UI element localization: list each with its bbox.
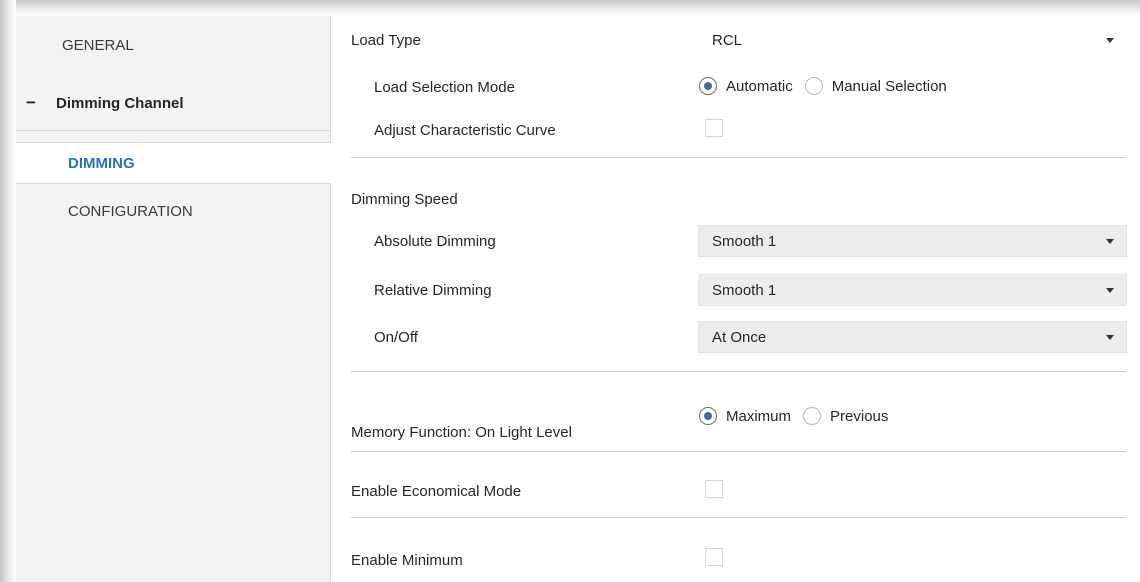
- sidebar-group-label: Dimming Channel: [56, 94, 184, 112]
- automatic-radio-label[interactable]: Automatic: [726, 78, 793, 95]
- section-divider: [351, 371, 1126, 372]
- section-divider: [351, 517, 1126, 518]
- load-selection-mode-radios: Automatic Manual Selection: [699, 77, 959, 95]
- chevron-down-icon: [1106, 38, 1114, 43]
- sidebar: GENERAL − Dimming Channel DIMMING CONFIG…: [16, 16, 331, 582]
- load-type-value: RCL: [712, 31, 743, 49]
- on-off-select[interactable]: At Once: [698, 321, 1127, 353]
- memory-function-radios: Maximum Previous: [699, 407, 900, 425]
- sidebar-divider: [16, 130, 330, 131]
- absolute-dimming-label: Absolute Dimming: [374, 233, 496, 250]
- sidebar-item-label: DIMMING: [68, 154, 135, 172]
- parameter-panel: Load Type RCL Load Selection Mode Automa…: [331, 16, 1140, 582]
- enable-minimum-checkbox[interactable]: [705, 548, 723, 566]
- previous-radio[interactable]: [803, 407, 822, 425]
- enable-minimum-label: Enable Minimum: [351, 552, 463, 569]
- automatic-radio[interactable]: [699, 77, 717, 95]
- on-off-label: On/Off: [374, 329, 418, 346]
- sidebar-group-dimming-channel[interactable]: − Dimming Channel: [16, 86, 330, 120]
- dimming-speed-heading: Dimming Speed: [351, 191, 458, 208]
- on-off-value: At Once: [712, 328, 767, 346]
- radio-selected-dot: [704, 412, 712, 420]
- window-frame-top: [0, 0, 1140, 16]
- sidebar-item-configuration[interactable]: CONFIGURATION: [16, 196, 330, 226]
- economical-mode-label: Enable Economical Mode: [351, 483, 522, 500]
- section-divider: [351, 451, 1126, 452]
- relative-dimming-label: Relative Dimming: [374, 282, 492, 299]
- load-type-select[interactable]: RCL: [698, 24, 1127, 56]
- load-type-label: Load Type: [351, 32, 421, 49]
- maximum-radio-label[interactable]: Maximum: [726, 408, 791, 425]
- relative-dimming-value: Smooth 1: [712, 281, 777, 299]
- window-frame-left: [0, 0, 16, 582]
- load-selection-mode-label: Load Selection Mode: [374, 79, 515, 96]
- sidebar-item-dimming[interactable]: DIMMING: [16, 142, 331, 184]
- section-divider: [351, 157, 1126, 158]
- maximum-radio[interactable]: [699, 407, 717, 425]
- sidebar-item-label: GENERAL: [62, 36, 134, 54]
- adjust-curve-label: Adjust Characteristic Curve: [374, 122, 556, 139]
- manual-selection-radio[interactable]: [804, 77, 823, 95]
- chevron-down-icon: [1106, 239, 1114, 244]
- manual-selection-radio-label[interactable]: Manual Selection: [832, 78, 947, 95]
- chevron-down-icon: [1106, 335, 1114, 340]
- radio-selected-dot: [704, 82, 712, 90]
- memory-function-label: Memory Function: On Light Level: [351, 424, 572, 441]
- economical-mode-checkbox[interactable]: [705, 480, 723, 498]
- relative-dimming-select[interactable]: Smooth 1: [698, 274, 1127, 306]
- adjust-curve-checkbox[interactable]: [705, 119, 723, 137]
- chevron-down-icon: [1106, 288, 1114, 293]
- absolute-dimming-select[interactable]: Smooth 1: [698, 225, 1127, 257]
- sidebar-item-general[interactable]: GENERAL: [16, 30, 330, 60]
- collapse-icon[interactable]: −: [26, 93, 56, 113]
- sidebar-item-label: CONFIGURATION: [68, 202, 193, 220]
- absolute-dimming-value: Smooth 1: [712, 232, 777, 250]
- previous-radio-label[interactable]: Previous: [830, 408, 888, 425]
